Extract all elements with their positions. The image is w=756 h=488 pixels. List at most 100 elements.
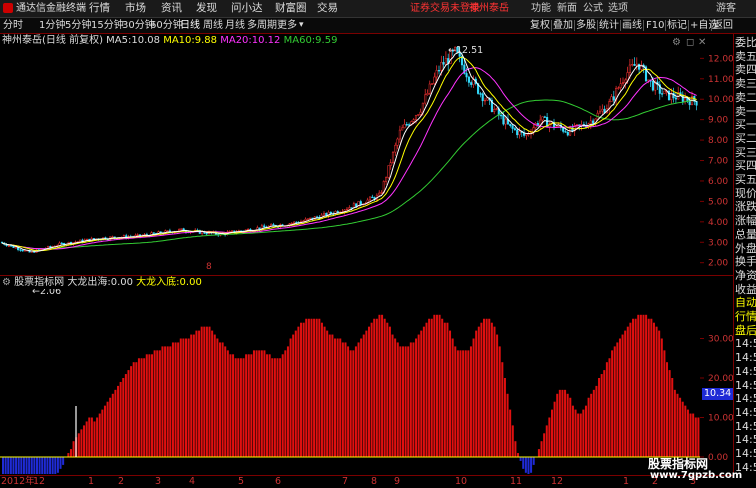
indicator-bar [289,338,292,457]
candle-body [633,64,636,66]
tab-multi-period[interactable]: 多周期 [247,18,277,33]
side-panel-label[interactable]: 14:56 [735,337,756,350]
indicator-bar [650,318,653,457]
tab-15min[interactable]: 15分钟 [91,18,124,33]
indicator-bar [422,326,425,457]
side-panel-label[interactable]: 涨幅 [735,214,756,227]
side-panel-label[interactable]: 14:56 [735,406,756,419]
dropdown-arrow-icon[interactable]: ▾ [299,18,304,33]
side-panel-label[interactable]: 买一 [735,118,756,131]
side-panel-label[interactable]: 买四 [735,159,756,172]
indicator-legend: ⚙ 股票指标网 大龙出海:0.00 大龙入底:0.00 [2,277,202,289]
maximize-icon[interactable]: ◻ [686,37,694,48]
tab-more[interactable]: 更多 [277,18,297,33]
f10-button[interactable]: F10 [646,18,664,33]
side-panel-label[interactable]: 14:56 [735,379,756,392]
tab-60min[interactable]: 60分钟 [150,18,183,33]
side-panel-label[interactable]: 盘后 [735,324,756,337]
side-panel-label[interactable]: 卖五 [735,50,756,63]
candle-body [136,234,139,236]
indicator-bar [328,334,331,457]
indicator-bar [250,354,253,457]
event-marker[interactable]: 8 [206,262,212,272]
side-panel-label[interactable]: 总量 [735,228,756,241]
candle-body [631,64,634,66]
indicator-bar [681,401,684,457]
side-panel-label[interactable]: 换手 [735,255,756,268]
close-panel-icon[interactable]: ✕ [698,37,706,48]
fuquan-button[interactable]: 复权 [530,18,550,33]
menu-zixun[interactable]: 资讯 [161,1,182,16]
candle-body [619,83,622,88]
price-chart[interactable]: 12.00 11.00 10.00 9.00 8.00 7.00 6.00 5.00 4.00 3… [0,34,734,297]
side-panel-label[interactable]: 卖三 [735,77,756,90]
indicator-bar [187,338,190,457]
tab-fenshi[interactable]: 分时 [3,18,23,33]
indicator-bar [381,314,384,457]
menu-faxian[interactable]: 发现 [196,1,217,16]
indicator-bar [417,334,420,457]
indicator-bar [90,417,93,457]
candle-body [398,129,401,140]
indicator-bar [496,334,499,457]
side-panel-label[interactable]: 行情 [735,310,756,323]
menu-gongneng[interactable]: 功能 [531,1,551,16]
indicator-panel[interactable]: 30.00 20.00 10.00 0.00 ⚙ 股票指标网 大龙出海:0.00 大龙… [0,276,734,474]
indicator-name[interactable]: 股票指标网 [14,277,64,288]
stats-button[interactable]: 统计 [599,18,619,33]
tab-5min[interactable]: 5分钟 [65,18,91,33]
menu-hangqing[interactable]: 行情 [89,1,110,16]
draw-line-button[interactable]: 画线 [622,18,642,33]
candle-body [371,196,374,199]
toolbar-divider [551,20,552,31]
side-panel-label[interactable]: 收益 [735,283,756,296]
menu-xuanxiang[interactable]: 选项 [608,1,628,16]
side-panel-label[interactable]: 14:56 [735,351,756,364]
menu-caifuquan[interactable]: 财富圈 [275,1,307,16]
menu-xinmian[interactable]: 新面 [557,1,577,16]
multi-stock-button[interactable]: 多股 [576,18,596,33]
side-panel-label[interactable]: 委比 [735,36,756,49]
side-panel-label[interactable]: 买五 [735,173,756,186]
side-panel-label[interactable]: 卖四 [735,63,756,76]
side-panel-label[interactable]: 买二 [735,132,756,145]
side-panel-label[interactable]: 14:56 [735,447,756,460]
menu-jiaoyi[interactable]: 交易 [317,1,338,16]
indicator-bar [286,346,289,457]
mark-button[interactable]: 标记 [667,18,687,33]
menu-wenxiaoda[interactable]: 问小达 [231,1,263,16]
side-panel-label[interactable]: 14:56 [735,392,756,405]
overlay-button[interactable]: 叠加 [553,18,573,33]
candle-body [612,96,615,101]
side-panel-label[interactable]: 买三 [735,146,756,159]
side-panel-label[interactable]: 14:56 [735,433,756,446]
tab-weekly[interactable]: 周线 [203,18,223,33]
side-panel-label[interactable]: 卖一 [735,105,756,118]
candle-body [60,242,63,245]
menu-shichang[interactable]: 市场 [125,1,146,16]
tab-monthly[interactable]: 月线 [225,18,245,33]
side-panel-label[interactable]: 卖二 [735,91,756,104]
side-panel-label[interactable]: 涨跌 [735,200,756,213]
candle-body [431,83,434,85]
menu-gongshi[interactable]: 公式 [583,1,603,16]
side-panel-label[interactable]: 自动 [735,296,756,309]
side-panel-label[interactable]: 现价 [735,187,756,200]
indicator-bar [532,457,535,465]
candle-body [516,129,519,136]
candle-body [405,124,408,126]
side-panel-label[interactable]: 净资 [735,269,756,282]
tab-1min[interactable]: 1分钟 [39,18,65,33]
stock-name-link[interactable]: 神州泰岳 [469,1,509,16]
back-button[interactable]: 返回 [713,18,733,33]
indicator-bar [271,358,274,457]
side-panel-label[interactable]: 14:56 [735,365,756,378]
indicator-gear-icon[interactable]: ⚙ [2,277,11,288]
side-panel-label[interactable]: 14:56 [735,420,756,433]
side-panel-label[interactable]: 外盘 [735,242,756,255]
settings-gear-icon[interactable]: ⚙ [672,37,681,48]
indicator-bar [263,350,266,457]
user-label[interactable]: 游客 [716,1,736,16]
tab-daily[interactable]: 日线 [180,18,200,33]
candle-body [624,79,627,83]
